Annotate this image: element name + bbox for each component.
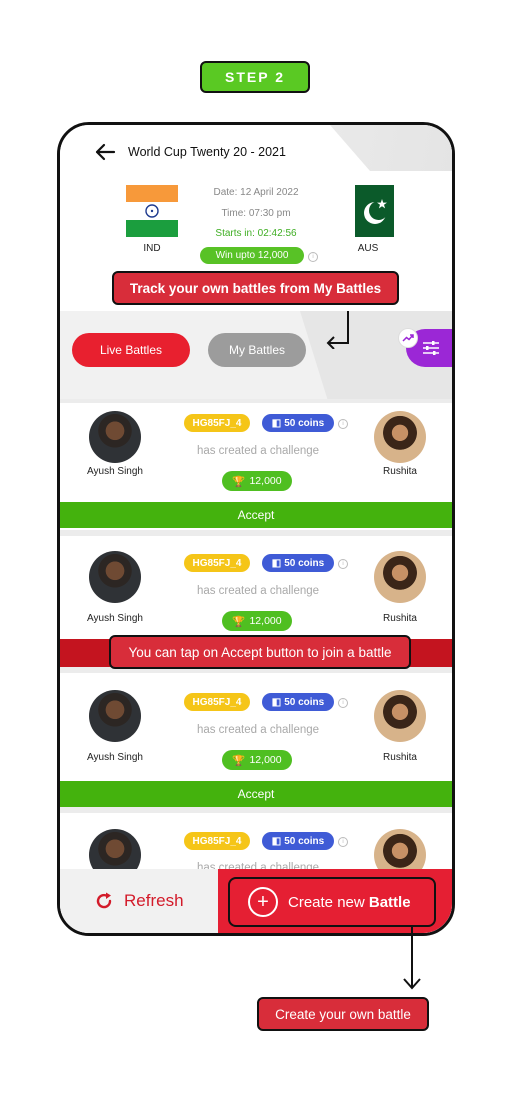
sliders-icon [423, 341, 439, 355]
player2-avatar [374, 411, 426, 463]
phone-frame: World Cup Twenty 20 - 2021 IND AUS Date:… [57, 122, 455, 936]
trophy-icon: 🏆 [232, 615, 246, 628]
coins-badge: ◧ 50 coins [262, 832, 334, 850]
trophy-icon: 🏆 [232, 475, 246, 488]
coins-label: 50 coins [284, 417, 325, 429]
page-title: World Cup Twenty 20 - 2021 [128, 145, 286, 159]
plus-circle-icon: + [248, 887, 278, 917]
match-time: Time: 07:30 pm [221, 208, 291, 219]
coins-badge: ◧ 50 coins [262, 414, 334, 432]
coin-icon: ◧ [271, 557, 282, 569]
india-flag-icon [126, 185, 178, 237]
player2-name: Rushita [383, 466, 417, 477]
pakistan-flag-icon [342, 185, 394, 237]
trending-icon [398, 328, 418, 348]
battle-code-badge: HG85FJ_4 [184, 693, 250, 711]
battle-code-badge: HG85FJ_4 [184, 554, 250, 572]
match-date: Date: 12 April 2022 [213, 187, 299, 198]
coins-badge: ◧ 50 coins [262, 693, 334, 711]
player2-name: Rushita [383, 613, 417, 624]
battle-code-badge: HG85FJ_4 [184, 832, 250, 850]
prize-badge: 🏆 12,000 [222, 750, 292, 770]
coins-label: 50 coins [284, 557, 325, 569]
create-battle-button[interactable]: + Create new Battle [228, 877, 436, 927]
player2-avatar [374, 690, 426, 742]
coin-icon: ◧ [271, 835, 282, 847]
callout-create: Create your own battle [257, 997, 429, 1031]
player2-avatar [374, 551, 426, 603]
info-icon[interactable]: i [338, 419, 348, 429]
callout-accept: You can tap on Accept button to join a b… [109, 635, 411, 669]
match-countdown: Starts in: 02:42:56 [215, 228, 297, 239]
player1-name: Ayush Singh [87, 466, 143, 477]
tab-live-battles[interactable]: Live Battles [72, 333, 190, 367]
info-icon[interactable]: i [338, 837, 348, 847]
battle-code-badge: HG85FJ_4 [184, 414, 250, 432]
challenge-text: has created a challenge [196, 445, 320, 457]
pointer-arrow-icon [326, 311, 349, 349]
refresh-button[interactable]: Refresh [60, 869, 218, 933]
coins-label: 50 coins [284, 696, 325, 708]
refresh-label: Refresh [124, 891, 184, 910]
prize-label: 12,000 [249, 615, 282, 627]
coin-icon: ◧ [271, 696, 282, 708]
challenge-text: has created a challenge [196, 724, 320, 736]
player1-avatar [89, 411, 141, 463]
coins-badge: ◧ 50 coins [262, 554, 334, 572]
coins-label: 50 coins [284, 835, 325, 847]
accept-button[interactable]: Accept [60, 502, 452, 528]
step-tag: STEP 2 [200, 61, 310, 93]
player1-avatar [89, 690, 141, 742]
challenge-text: has created a challenge [196, 585, 320, 597]
player1-name: Ayush Singh [87, 613, 143, 624]
info-icon[interactable]: i [338, 698, 348, 708]
refresh-icon [96, 892, 112, 909]
coin-icon: ◧ [271, 417, 282, 429]
info-icon[interactable]: i [338, 559, 348, 569]
back-arrow-icon[interactable] [94, 143, 116, 161]
player2-name: Rushita [383, 752, 417, 763]
tab-my-battles[interactable]: My Battles [208, 333, 306, 367]
create-battle-label: Create new Battle [288, 893, 411, 911]
prize-badge: 🏆 12,000 [222, 471, 292, 491]
team2-label: AUS [357, 243, 379, 254]
prize-badge: 🏆 12,000 [222, 611, 292, 631]
player1-name: Ayush Singh [87, 752, 143, 763]
callout-my-battles: Track your own battles from My Battles [112, 271, 399, 305]
team1-label: IND [143, 243, 161, 254]
accept-button[interactable]: Accept [60, 781, 452, 807]
player1-avatar [89, 551, 141, 603]
prize-label: 12,000 [249, 475, 282, 487]
win-upto-badge: Win upto 12,000 [200, 247, 304, 264]
info-icon[interactable]: i [308, 252, 318, 262]
trophy-icon: 🏆 [232, 754, 246, 767]
pointer-arrow-icon [403, 925, 421, 990]
prize-label: 12,000 [249, 754, 282, 766]
